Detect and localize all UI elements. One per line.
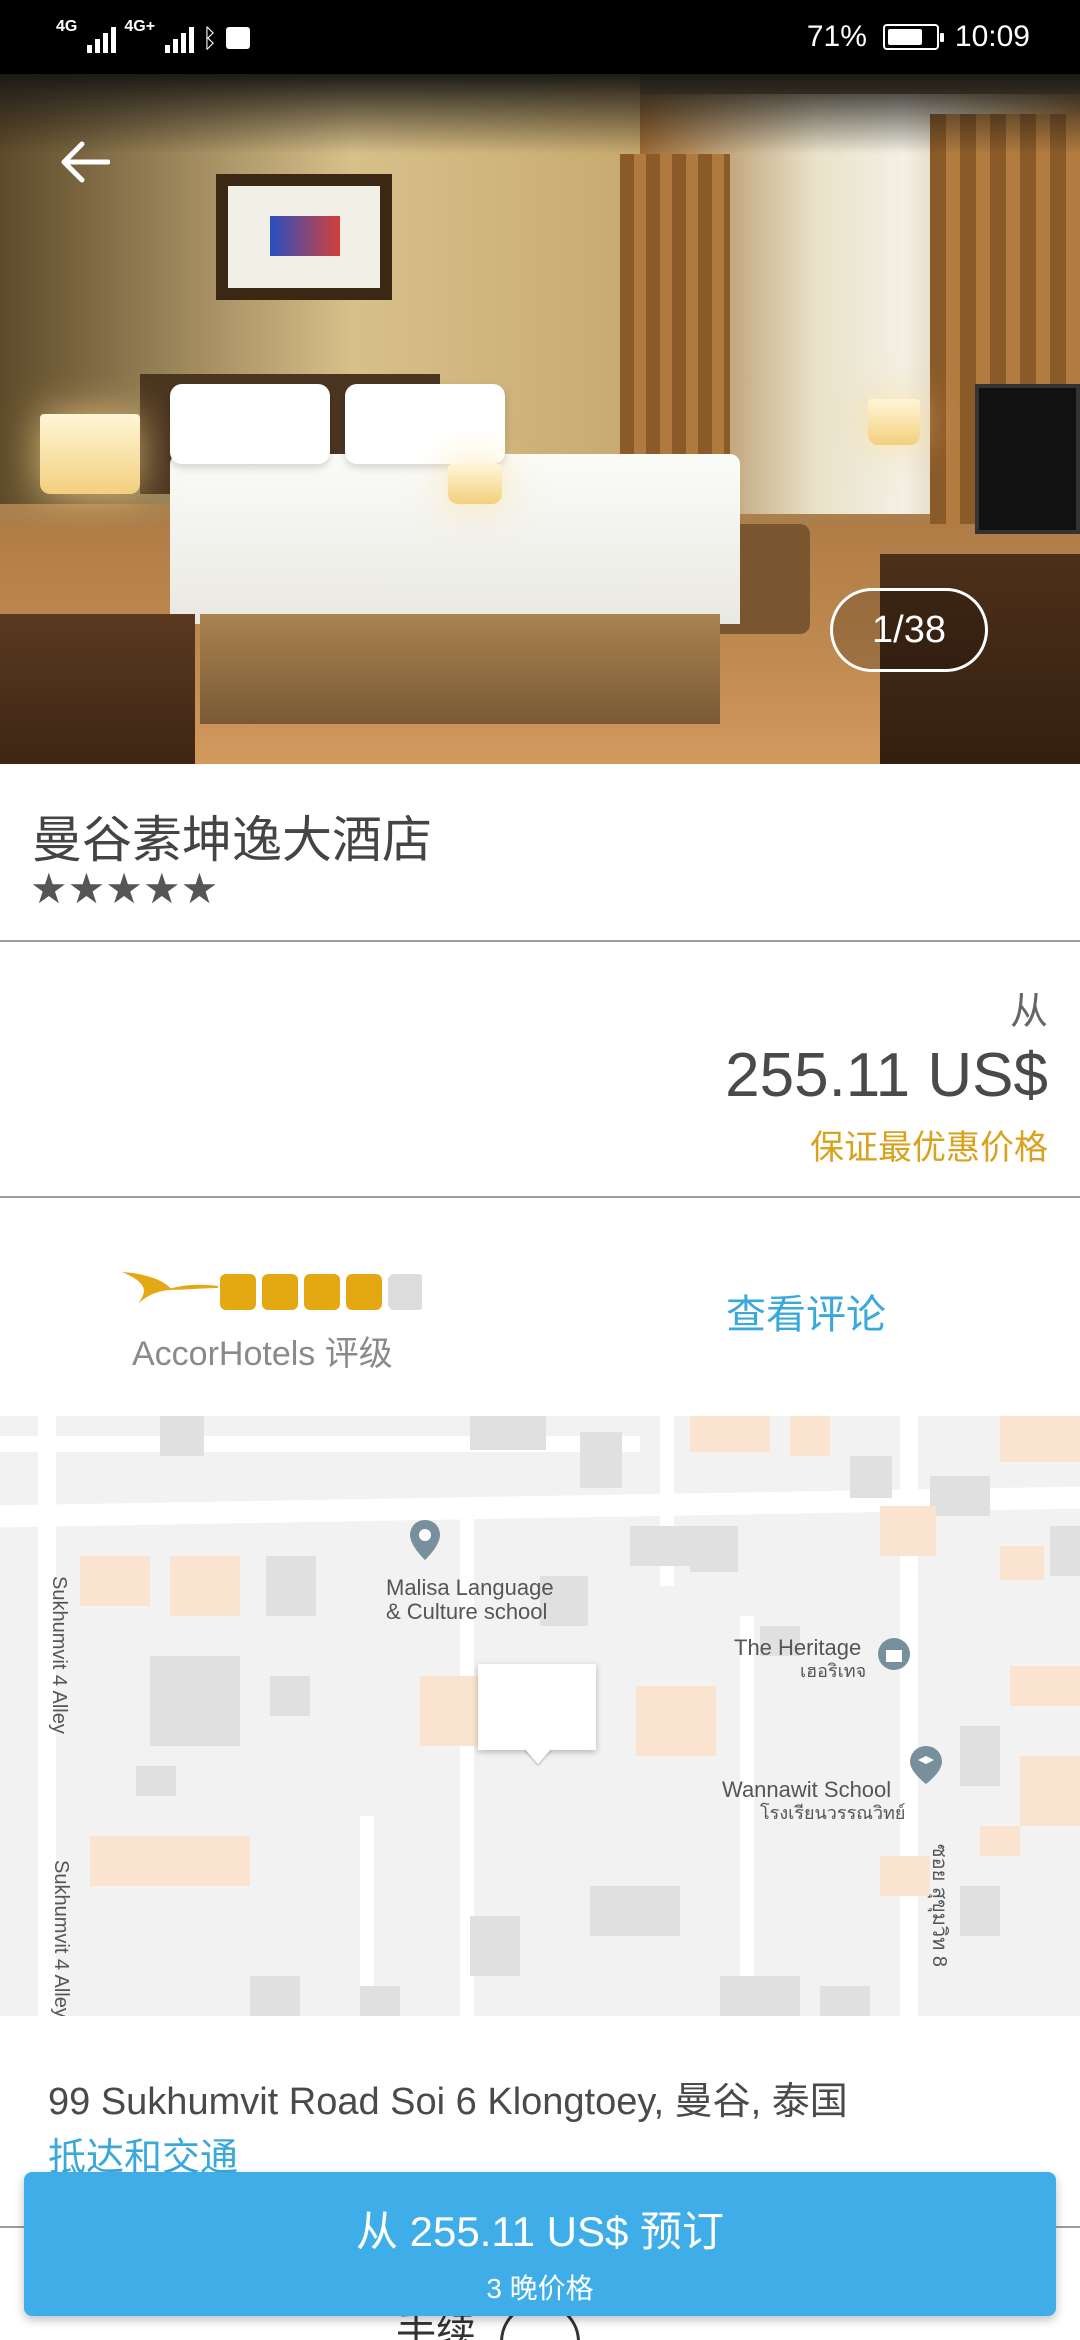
accor-rating-logo	[122, 1272, 422, 1310]
photo-lamp-3	[868, 399, 920, 445]
map-block	[150, 1656, 240, 1746]
map-block	[1000, 1546, 1044, 1580]
map-label-heritage: The Heritage	[734, 1635, 862, 1660]
map-block	[880, 1856, 930, 1896]
map-label-wannawit: Wannawit School	[722, 1777, 892, 1802]
price-value: 255.11 US$	[725, 1041, 1048, 1110]
map-block	[266, 1556, 316, 1616]
map-hotel-marker-tail	[524, 1748, 552, 1764]
photo-ceiling	[0, 74, 1080, 154]
map-block	[420, 1676, 480, 1746]
clock: 10:09	[954, 20, 1030, 53]
price-section: 从 255.11 US$ 保证最优惠价格	[0, 942, 1080, 1198]
map-block	[790, 1416, 830, 1456]
map-school-icon	[910, 1746, 942, 1784]
map-block	[1020, 1756, 1080, 1826]
network-type-2: 4G+	[124, 18, 156, 35]
back-arrow-icon	[61, 141, 110, 183]
signal-icon	[87, 23, 117, 53]
book-button[interactable]: 从 255.11 US$ 预订 3 晚价格	[24, 2172, 1056, 2316]
map-block	[136, 1766, 176, 1796]
photo-counter[interactable]: 1/38	[830, 588, 988, 672]
map-block	[470, 1916, 520, 1976]
rating-dot	[304, 1274, 340, 1310]
rating-dots	[220, 1274, 422, 1310]
photo-pillow	[170, 384, 330, 464]
accor-bird-icon	[122, 1272, 172, 1304]
view-reviews-link[interactable]: 查看评论	[726, 1282, 886, 1340]
map-poi-pin-icon	[410, 1520, 440, 1560]
map-block	[636, 1686, 716, 1756]
map-block	[580, 1432, 622, 1488]
battery-icon	[882, 24, 944, 50]
map-block	[590, 1886, 680, 1936]
map-block	[170, 1556, 240, 1616]
map-road	[740, 1616, 754, 2016]
rating-dot	[346, 1274, 382, 1310]
battery-fill	[887, 29, 922, 45]
rating-dot	[220, 1274, 256, 1310]
map-block	[1010, 1666, 1080, 1706]
status-bar: 4G 4G+ ᛒ 71% 10:09	[0, 0, 1080, 74]
network-type-1: 4G	[56, 18, 78, 35]
photo-tv	[975, 384, 1080, 534]
map-block	[160, 1416, 204, 1456]
map-block	[820, 1986, 870, 2016]
map-hotel-marker[interactable]	[478, 1664, 596, 1750]
bluetooth-icon: ᛒ	[202, 22, 218, 53]
map-block	[690, 1526, 738, 1572]
photo-wall-art	[216, 174, 392, 300]
signal-icon-2	[165, 23, 195, 53]
hotel-title-section: 曼谷素坤逸大酒店 ★★★★★	[0, 764, 1080, 942]
map-block	[270, 1676, 310, 1716]
price-from-label: 从	[1009, 991, 1048, 1033]
map-museum-icon	[878, 1638, 910, 1670]
photo-lamp	[40, 414, 140, 494]
best-price-guarantee[interactable]: 保证最优惠价格	[810, 1120, 1048, 1169]
map-block	[960, 1726, 1000, 1786]
map-block	[470, 1416, 546, 1450]
status-icons-right: 71% 10:09	[807, 14, 1030, 60]
hotel-address: 99 Sukhumvit Road Soi 6 Klongtoey, 曼谷, 泰…	[48, 2081, 848, 2123]
accor-rating-label: AccorHotels 评级	[132, 1335, 393, 1373]
map-block	[980, 1826, 1020, 1856]
map-label-malisa: Malisa Language & Culture school	[386, 1575, 554, 1625]
book-button-label: 从 255.11 US$ 预订	[355, 2208, 725, 2255]
rating-section: AccorHotels 评级 查看评论	[0, 1198, 1080, 1416]
status-icons-left: 4G 4G+ ᛒ	[56, 18, 250, 58]
accor-bird-wing	[166, 1284, 218, 1290]
hotel-stars: ★★★★★	[30, 865, 219, 912]
map-block	[930, 1476, 990, 1516]
back-button[interactable]	[52, 130, 116, 194]
map-label-street: Sukhumvit 4 Alley	[48, 1576, 70, 1734]
map-block	[80, 1556, 150, 1606]
map-block	[1050, 1526, 1080, 1576]
map-block	[360, 1986, 400, 2016]
map-block	[880, 1506, 936, 1556]
photo-nightstand	[0, 614, 195, 764]
map-block	[1000, 1416, 1080, 1462]
map-block	[690, 1416, 770, 1452]
map-block	[630, 1526, 690, 1566]
notification-icon	[225, 27, 250, 49]
photo-lamp-2	[448, 464, 502, 504]
map-label-soi8: ซอย สุขุมวิท 8	[928, 1844, 950, 1968]
rating-dot	[262, 1274, 298, 1310]
map-block	[90, 1836, 250, 1886]
book-button-sublabel: 3 晚价格	[486, 2273, 594, 2304]
map-block	[720, 1976, 800, 2016]
map-block	[850, 1456, 892, 1498]
photo-pillow-2	[345, 384, 505, 464]
photo-bed-base	[200, 614, 720, 724]
map-label-wannawit-thai: โรงเรียนวรรณวิทย์	[760, 1803, 906, 1823]
map-block	[250, 1976, 300, 2016]
battery-percent: 71%	[806, 20, 867, 53]
map-label-heritage-thai: เฮอริเทจ	[800, 1661, 867, 1681]
hotel-name: 曼谷素坤逸大酒店	[32, 812, 432, 868]
rating-dot	[388, 1274, 422, 1310]
map-label-street-2: Sukhumvit 4 Alley	[50, 1860, 72, 2016]
map-block	[960, 1886, 1000, 1936]
